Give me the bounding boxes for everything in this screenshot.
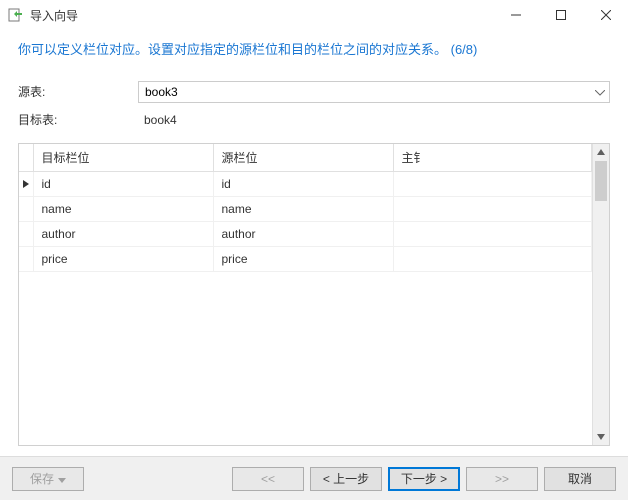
primary-cell[interactable]	[393, 196, 592, 221]
first-button[interactable]: <<	[232, 467, 304, 491]
table-row[interactable]: namename	[19, 196, 592, 221]
target-table-label: 目标表:	[18, 111, 138, 128]
table-row[interactable]: authorauthor	[19, 221, 592, 246]
primary-cell[interactable]	[393, 221, 592, 246]
source-table-value: book3	[145, 85, 178, 99]
primary-cell[interactable]	[393, 246, 592, 271]
scroll-up-arrow-icon[interactable]	[593, 144, 609, 161]
row-indicator	[19, 221, 33, 246]
primary-column-header[interactable]: 主钅	[393, 144, 592, 172]
close-button[interactable]	[583, 0, 628, 30]
target-field-cell[interactable]: price	[33, 246, 213, 271]
source-column-header[interactable]: 源栏位	[213, 144, 393, 172]
dropdown-icon	[58, 472, 66, 486]
target-table-row: 目标表: book4	[14, 111, 614, 129]
cancel-button[interactable]: 取消	[544, 467, 616, 491]
source-table-select[interactable]: book3	[138, 81, 610, 103]
mapping-table-container: 目标栏位 源栏位 主钅 ididnamenameauthorauthorpric…	[18, 143, 610, 446]
source-table-row: 源表: book3	[14, 81, 614, 103]
save-button[interactable]: 保存	[12, 467, 84, 491]
table-header-row: 目标栏位 源栏位 主钅	[19, 144, 592, 172]
maximize-button[interactable]	[538, 0, 583, 30]
row-indicator	[19, 171, 33, 196]
target-field-cell[interactable]: name	[33, 196, 213, 221]
source-field-cell[interactable]: name	[213, 196, 393, 221]
primary-cell[interactable]	[393, 171, 592, 196]
current-row-arrow-icon	[23, 180, 29, 188]
last-button[interactable]: >>	[466, 467, 538, 491]
target-table-value: book4	[138, 111, 610, 129]
mapping-table: 目标栏位 源栏位 主钅 ididnamenameauthorauthorpric…	[19, 144, 592, 272]
source-field-cell[interactable]: price	[213, 246, 393, 271]
source-field-cell[interactable]: id	[213, 171, 393, 196]
target-field-cell[interactable]: author	[33, 221, 213, 246]
save-button-label: 保存	[30, 470, 54, 487]
import-wizard-window: 导入向导 你可以定义栏位对应。设置对应指定的源栏位和目的栏位之间的对应关系。 (…	[0, 0, 628, 500]
row-indicator	[19, 246, 33, 271]
minimize-button[interactable]	[493, 0, 538, 30]
titlebar: 导入向导	[0, 0, 628, 30]
content-area: 你可以定义栏位对应。设置对应指定的源栏位和目的栏位之间的对应关系。 (6/8) …	[0, 30, 628, 456]
target-column-header[interactable]: 目标栏位	[33, 144, 213, 172]
import-wizard-icon	[8, 7, 24, 23]
row-indicator-header	[19, 144, 33, 172]
scrollbar-thumb[interactable]	[595, 161, 607, 201]
source-field-cell[interactable]: author	[213, 221, 393, 246]
row-indicator	[19, 196, 33, 221]
instruction-text: 你可以定义栏位对应。设置对应指定的源栏位和目的栏位之间的对应关系。 (6/8)	[14, 30, 614, 81]
chevron-down-icon	[595, 85, 605, 99]
source-table-label: 源表:	[18, 83, 138, 100]
next-button[interactable]: 下一步 >	[388, 467, 460, 491]
target-field-cell[interactable]: id	[33, 171, 213, 196]
scroll-down-arrow-icon[interactable]	[593, 428, 609, 445]
table-row[interactable]: idid	[19, 171, 592, 196]
vertical-scrollbar[interactable]	[592, 144, 609, 445]
footer-bar: 保存 << < 上一步 下一步 > >> 取消	[0, 456, 628, 500]
prev-button[interactable]: < 上一步	[310, 467, 382, 491]
table-row[interactable]: priceprice	[19, 246, 592, 271]
window-controls	[493, 0, 628, 30]
window-title: 导入向导	[30, 7, 493, 24]
